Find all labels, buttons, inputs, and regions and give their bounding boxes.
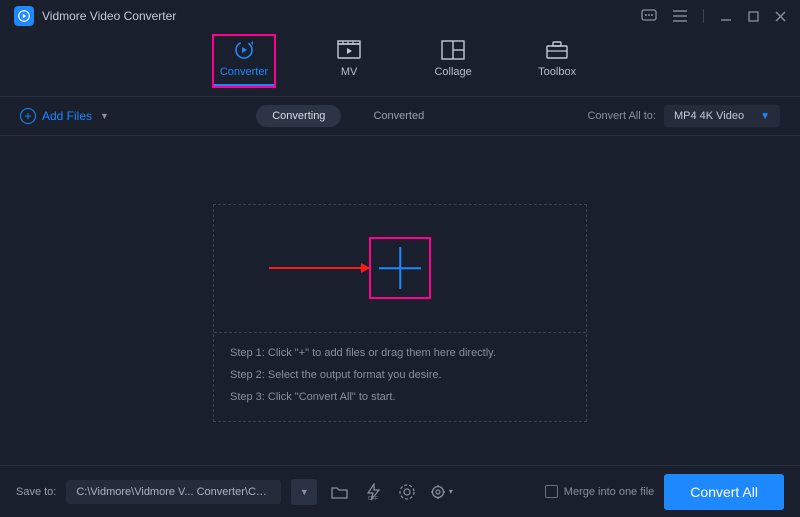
- toolbox-icon: [543, 40, 571, 60]
- instructions: Step 1: Click "+" to add files or drag t…: [214, 333, 586, 421]
- tab-label: Converter: [220, 66, 268, 78]
- annotation-arrow: [269, 267, 369, 269]
- chevron-down-icon: ▼: [100, 111, 109, 121]
- footer: Save to: C:\Vidmore\Vidmore V... Convert…: [0, 465, 800, 517]
- merge-checkbox[interactable]: Merge into one file: [545, 485, 655, 498]
- tab-mv[interactable]: MV: [320, 36, 378, 86]
- collage-icon: [439, 40, 467, 60]
- titlebar: Vidmore Video Converter: [0, 0, 800, 32]
- converting-tab[interactable]: Converting: [256, 105, 341, 127]
- path-dropdown[interactable]: ▼: [291, 479, 317, 505]
- drop-panel: Step 1: Click "+" to add files or drag t…: [213, 204, 587, 422]
- tab-converter[interactable]: Converter: [214, 36, 274, 86]
- sub-bar: + Add Files ▼ Converting Converted Conve…: [0, 96, 800, 136]
- hardware-accel-icon[interactable]: OFF: [361, 480, 385, 504]
- high-speed-icon[interactable]: [395, 480, 419, 504]
- maximize-icon[interactable]: [748, 11, 759, 22]
- svg-text:OFF: OFF: [368, 496, 378, 501]
- checkbox-icon: [545, 485, 558, 498]
- add-file-highlight: [369, 237, 431, 299]
- plus-circle-icon: +: [20, 108, 36, 124]
- mv-icon: [335, 40, 363, 60]
- tab-toolbox[interactable]: Toolbox: [528, 36, 586, 86]
- save-to-label: Save to:: [16, 486, 56, 498]
- plus-icon[interactable]: [379, 247, 421, 289]
- step-3: Step 3: Click "Convert All" to start.: [230, 391, 570, 403]
- tab-label: Toolbox: [538, 66, 576, 78]
- tab-collage[interactable]: Collage: [424, 36, 482, 86]
- main-tabs: Converter MV Collage Toolbox: [0, 32, 800, 96]
- close-icon[interactable]: [775, 11, 786, 22]
- main-stage: Step 1: Click "+" to add files or drag t…: [0, 136, 800, 489]
- settings-icon[interactable]: ▾: [429, 480, 453, 504]
- open-folder-icon[interactable]: [327, 480, 351, 504]
- converter-icon: [230, 40, 258, 60]
- add-files-button[interactable]: + Add Files ▼: [20, 108, 109, 124]
- divider: [703, 9, 704, 23]
- format-value: MP4 4K Video: [674, 110, 744, 122]
- convert-all-to-label: Convert All to:: [587, 110, 655, 122]
- drop-zone[interactable]: [214, 205, 586, 333]
- add-files-label: Add Files: [42, 109, 92, 123]
- app-logo: [14, 6, 34, 26]
- chevron-down-icon: ▼: [760, 111, 770, 122]
- output-format-select[interactable]: MP4 4K Video ▼: [664, 105, 780, 127]
- step-2: Step 2: Select the output format you des…: [230, 369, 570, 381]
- minimize-icon[interactable]: [720, 10, 732, 22]
- tab-label: Collage: [434, 66, 471, 78]
- step-1: Step 1: Click "+" to add files or drag t…: [230, 347, 570, 359]
- chevron-down-icon: ▾: [449, 487, 453, 496]
- app-title: Vidmore Video Converter: [42, 9, 176, 23]
- feedback-icon[interactable]: [641, 9, 657, 23]
- tab-label: MV: [341, 66, 358, 78]
- merge-label: Merge into one file: [564, 486, 655, 498]
- output-path[interactable]: C:\Vidmore\Vidmore V... Converter\Conver…: [66, 480, 281, 504]
- menu-icon[interactable]: [673, 10, 687, 22]
- convert-all-button[interactable]: Convert All: [664, 474, 784, 510]
- converted-tab[interactable]: Converted: [357, 105, 440, 127]
